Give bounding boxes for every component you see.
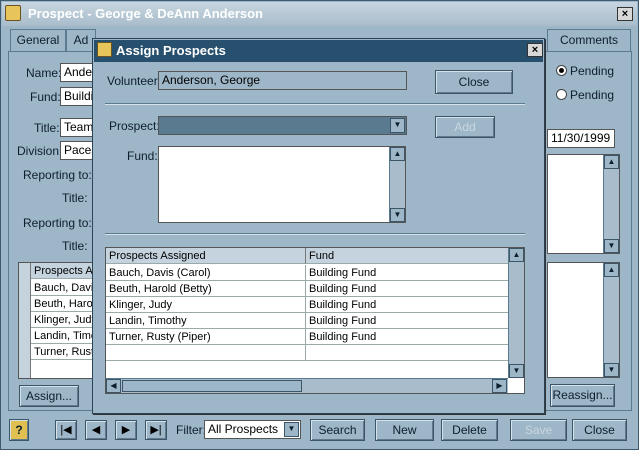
scroll-down-icon[interactable]: ▼ bbox=[604, 363, 619, 377]
tab-comments[interactable]: Comments bbox=[547, 29, 631, 51]
division-label: Division: bbox=[17, 144, 63, 158]
horizontal-scrollbar[interactable]: ◀ ▶ bbox=[106, 378, 508, 393]
pending-radio-2[interactable] bbox=[556, 89, 567, 100]
scroll-up-icon[interactable]: ▲ bbox=[604, 263, 619, 277]
scroll-right-icon[interactable]: ▶ bbox=[492, 379, 507, 393]
last-record-icon[interactable]: ▶| bbox=[145, 420, 167, 440]
empty-row bbox=[306, 345, 508, 361]
table-row[interactable]: Beuth, Harol bbox=[31, 296, 95, 312]
division-field[interactable]: Paces bbox=[60, 141, 94, 160]
assign-button[interactable]: Assign... bbox=[19, 385, 79, 407]
close-button[interactable]: Close bbox=[572, 419, 627, 441]
chevron-down-icon[interactable]: ▼ bbox=[390, 118, 405, 133]
prospect-select[interactable]: ▼ bbox=[158, 116, 407, 135]
table-row[interactable]: Bauch, Davi bbox=[31, 280, 95, 296]
name-label: Name: bbox=[26, 66, 62, 80]
filter-label: Filter: bbox=[176, 423, 206, 437]
new-button[interactable]: New bbox=[375, 419, 434, 441]
fund-label: Fund: bbox=[30, 90, 61, 104]
scroll-up-icon[interactable]: ▲ bbox=[604, 155, 619, 169]
fund-cell[interactable]: Building Fund bbox=[306, 329, 508, 345]
vertical-scrollbar[interactable]: ▲ ▼ bbox=[508, 248, 524, 378]
column-header-fund[interactable]: Fund bbox=[306, 248, 508, 264]
first-record-icon[interactable]: |◀ bbox=[55, 420, 77, 440]
prospects-assigned-grid: Prospects Assigned Fund Bauch, Davis (Ca… bbox=[105, 247, 525, 394]
window-title: Prospect - George & DeAnn Anderson bbox=[2, 2, 637, 26]
tab-general[interactable]: General bbox=[10, 29, 66, 51]
dialog-icon bbox=[97, 42, 112, 57]
volunteer-field: Anderson, George bbox=[158, 71, 407, 90]
reporting-title-label: Title: bbox=[62, 191, 88, 205]
reporting-title-label-2: Title: bbox=[62, 239, 88, 253]
column-header-prospects[interactable]: Prospects Assigned bbox=[106, 248, 306, 264]
dialog-close-icon[interactable]: × bbox=[527, 43, 543, 57]
fund-cell[interactable]: Building Fund bbox=[306, 313, 508, 329]
filter-select[interactable]: All Prospects ▼ bbox=[204, 420, 301, 439]
table-row[interactable]: Klinger, Judy bbox=[31, 312, 95, 328]
add-button[interactable]: Add bbox=[435, 116, 495, 138]
scroll-up-icon[interactable]: ▲ bbox=[390, 147, 405, 161]
table-row[interactable]: Landin, Timo bbox=[31, 328, 95, 344]
prospect-cell[interactable]: Landin, Timothy bbox=[106, 313, 306, 329]
fund-label: Fund: bbox=[127, 149, 158, 163]
assign-prospects-dialog: Assign Prospects × Volunteer: Anderson, … bbox=[92, 38, 545, 414]
volunteer-label: Volunteer: bbox=[107, 74, 162, 88]
date-field[interactable]: 11/30/1999 bbox=[547, 129, 615, 148]
grid-header: Prospects Assi bbox=[31, 263, 95, 279]
scroll-thumb[interactable] bbox=[122, 380, 302, 392]
prospect-cell[interactable]: Klinger, Judy bbox=[106, 297, 306, 313]
name-field[interactable]: Ander bbox=[60, 63, 94, 82]
divider bbox=[105, 233, 525, 235]
scroll-down-icon[interactable]: ▼ bbox=[604, 239, 619, 253]
right-grid-1: ▲ ▼ bbox=[547, 154, 620, 254]
title-field[interactable]: Team bbox=[60, 118, 94, 137]
chevron-down-icon[interactable]: ▼ bbox=[284, 422, 299, 437]
fund-cell[interactable]: Building Fund bbox=[306, 297, 508, 313]
right-grid-2: ▲ ▼ bbox=[547, 262, 620, 378]
scroll-up-icon[interactable]: ▲ bbox=[509, 248, 524, 262]
prospect-cell[interactable]: Beuth, Harold (Betty) bbox=[106, 281, 306, 297]
fund-cell[interactable]: Building Fund bbox=[306, 281, 508, 297]
empty-row bbox=[106, 345, 306, 361]
prospect-label: Prospect: bbox=[109, 119, 160, 133]
save-button[interactable]: Save bbox=[510, 419, 567, 441]
fund-cell[interactable]: Building Fund bbox=[306, 265, 508, 281]
dialog-title: Assign Prospects bbox=[94, 40, 543, 62]
pending-label-1: Pending bbox=[570, 64, 615, 78]
window-close-button[interactable]: × bbox=[617, 7, 633, 21]
prospect-cell[interactable]: Bauch, Davis (Carol) bbox=[106, 265, 306, 281]
reporting-to-label: Reporting to: bbox=[23, 168, 92, 182]
fund-field[interactable]: Buildi bbox=[60, 87, 94, 106]
prev-record-icon[interactable]: ◀ bbox=[85, 420, 107, 440]
reporting-to-label-2: Reporting to: bbox=[23, 216, 92, 230]
reassign-button[interactable]: Reassign... bbox=[550, 384, 615, 407]
dialog-close-button[interactable]: Close bbox=[435, 70, 513, 94]
pending-radio-1[interactable] bbox=[556, 65, 567, 76]
delete-button[interactable]: Delete bbox=[441, 419, 498, 441]
pending-label-2: Pending bbox=[570, 88, 615, 102]
fund-list[interactable]: ▲ ▼ bbox=[158, 146, 406, 223]
app-icon bbox=[5, 5, 21, 21]
scroll-down-icon[interactable]: ▼ bbox=[509, 364, 524, 378]
title-label: Title: bbox=[34, 121, 60, 135]
next-record-icon[interactable]: ▶ bbox=[115, 420, 137, 440]
background-prospects-grid: Prospects Assi Bauch, Davi Beuth, Harol … bbox=[18, 262, 95, 379]
prospect-window: Prospect - George & DeAnn Anderson × Gen… bbox=[0, 0, 639, 450]
prospect-cell[interactable]: Turner, Rusty (Piper) bbox=[106, 329, 306, 345]
table-row[interactable]: Turner, Rust bbox=[31, 344, 95, 360]
help-button[interactable]: ? bbox=[9, 419, 29, 441]
search-button[interactable]: Search bbox=[310, 419, 365, 441]
filter-value: All Prospects bbox=[208, 422, 279, 436]
scroll-left-icon[interactable]: ◀ bbox=[106, 379, 121, 393]
divider bbox=[105, 103, 525, 105]
scroll-down-icon[interactable]: ▼ bbox=[390, 208, 405, 222]
